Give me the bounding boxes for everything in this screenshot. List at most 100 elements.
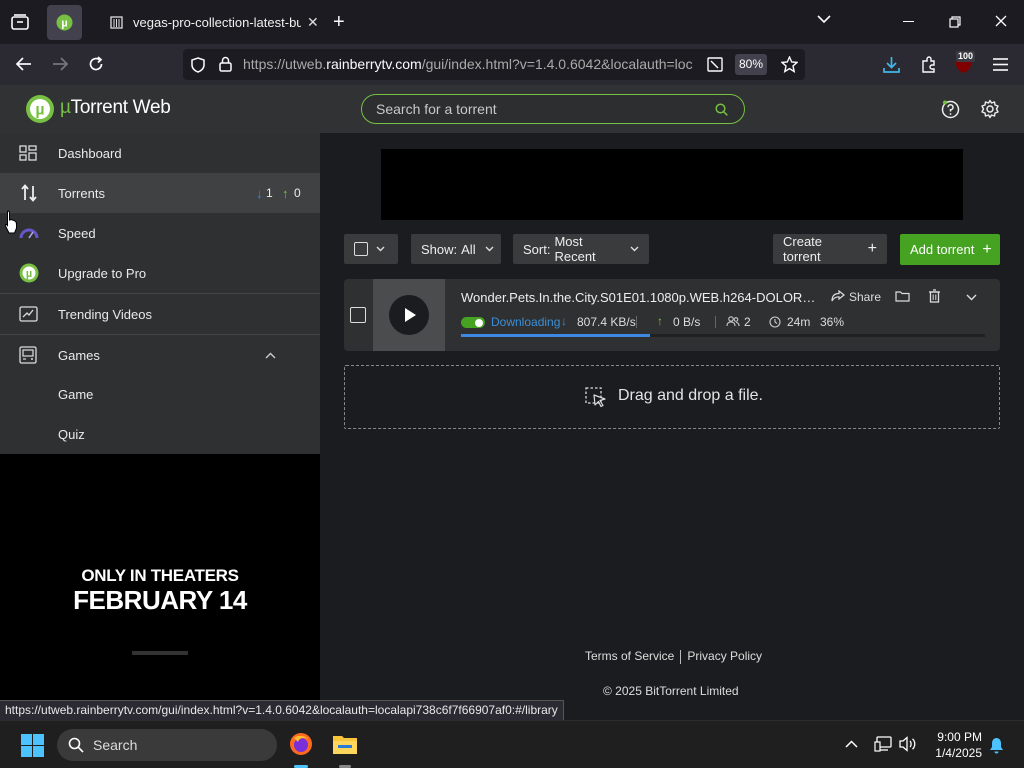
taskbar-search-label: Search	[93, 737, 138, 753]
torrent-thumbnail[interactable]	[373, 279, 445, 351]
bookmark-star-icon[interactable]	[781, 56, 798, 73]
select-all-dropdown[interactable]	[344, 234, 398, 264]
terms-of-service-link[interactable]: Terms of Service	[585, 649, 674, 663]
sidebar-item-games[interactable]: Games	[0, 335, 320, 375]
show-hidden-icons-chevron-icon[interactable]	[845, 740, 858, 748]
add-torrent-button[interactable]: Add torrent +	[900, 234, 1000, 265]
restore-icon[interactable]	[949, 16, 961, 28]
privacy-policy-link[interactable]: Privacy Policy	[687, 649, 762, 663]
share-icon[interactable]	[831, 290, 845, 302]
chevron-down-icon	[376, 246, 385, 252]
sort-dropdown[interactable]: Sort: Most Recent	[513, 234, 649, 264]
back-icon[interactable]	[15, 57, 32, 71]
play-button[interactable]	[389, 295, 429, 335]
percent-complete: 36%	[820, 315, 845, 329]
show-filter-dropdown[interactable]: Show: All	[411, 234, 501, 264]
url-text[interactable]: https://utweb.rainberrytv.com/gui/index.…	[243, 56, 698, 72]
browser-nav-bar: https://utweb.rainberrytv.com/gui/index.…	[0, 44, 1024, 85]
progress-bar-fill	[461, 334, 650, 337]
trending-video-icon	[19, 306, 38, 322]
tab-title: vegas-pro-collection-latest-buil	[133, 15, 301, 30]
tracking-shield-icon[interactable]	[191, 57, 205, 73]
create-torrent-button[interactable]: Create torrent +	[773, 234, 887, 264]
sidebar-item-upgrade[interactable]: µ Upgrade to Pro	[0, 253, 320, 293]
create-torrent-label: Create torrent	[783, 234, 823, 264]
peers-icon	[726, 316, 740, 327]
utorrent-web-app: µ µTorrent Web Dashboard Torrents	[0, 85, 1024, 720]
list-tabs-chevron-icon[interactable]	[817, 15, 831, 24]
network-icon[interactable]	[874, 736, 892, 752]
sidebar-item-speed[interactable]: Speed	[0, 213, 320, 253]
torrent-status: Downloading	[491, 315, 561, 329]
clock-date: 1/4/2025	[935, 746, 982, 760]
torrent-search-box[interactable]	[361, 94, 745, 124]
chevron-down-icon	[485, 246, 494, 252]
torrent-search-input[interactable]	[376, 100, 696, 118]
dashboard-icon	[19, 145, 37, 161]
taskbar-search-box[interactable]: Search	[57, 729, 277, 761]
windows-start-icon[interactable]	[21, 734, 44, 757]
help-icon[interactable]	[941, 100, 960, 119]
copyright-text: © 2025 BitTorrent Limited	[603, 684, 739, 698]
extensions-icon[interactable]	[920, 56, 937, 73]
torrent-name[interactable]: Wonder.Pets.In.the.City.S01E01.1080p.WEB…	[461, 290, 821, 305]
tab-vegas-pro[interactable]: vegas-pro-collection-latest-buil ✕	[102, 6, 320, 39]
chevron-up-icon[interactable]	[265, 352, 276, 359]
zoom-level-button[interactable]: 80%	[735, 54, 767, 75]
drag-drop-zone[interactable]: Drag and drop a file.	[344, 365, 1000, 429]
app-logo-text[interactable]: µTorrent Web	[60, 97, 171, 119]
sidebar-item-game[interactable]: Game	[0, 374, 320, 414]
page-favicon-icon	[110, 16, 123, 29]
logo-name: Torrent Web	[70, 97, 171, 118]
sidebar-item-quiz[interactable]: Quiz	[0, 414, 320, 454]
new-tab-icon[interactable]: +	[333, 12, 345, 32]
settings-gear-icon[interactable]	[980, 99, 1000, 119]
close-window-icon[interactable]	[995, 15, 1007, 27]
downloading-toggle[interactable]	[461, 317, 485, 328]
share-button[interactable]: Share	[849, 290, 881, 304]
sidebar-item-label: Quiz	[58, 426, 85, 442]
reload-icon[interactable]	[88, 56, 104, 72]
link-status-url: https://utweb.rainberrytv.com/gui/index.…	[0, 700, 564, 721]
lock-icon[interactable]	[219, 56, 232, 72]
firefox-view-icon[interactable]	[11, 14, 29, 30]
sidebar-item-label: Speed	[58, 225, 96, 241]
close-tab-icon[interactable]: ✕	[307, 14, 319, 31]
banner-advertisement[interactable]	[381, 149, 963, 220]
mouse-cursor-icon	[4, 210, 18, 234]
torrent-row[interactable]: Wonder.Pets.In.the.City.S01E01.1080p.WEB…	[344, 279, 1000, 351]
expand-chevron-icon[interactable]	[966, 294, 977, 301]
ad-fine-print	[132, 651, 188, 655]
download-arrow-icon: ↓	[256, 186, 263, 201]
menu-hamburger-icon[interactable]	[993, 58, 1008, 71]
firefox-taskbar-icon[interactable]	[289, 732, 313, 756]
tab-utorrent[interactable]: µ	[47, 5, 82, 40]
stat-divider	[636, 316, 637, 328]
url-prefix: https://utweb.	[243, 56, 327, 72]
svg-text:µ: µ	[26, 268, 32, 280]
sidebar-advertisement[interactable]: ONLY IN THEATERS FEBRUARY 14	[0, 454, 320, 720]
sidebar-item-torrents[interactable]: Torrents ↓ 1 ↑ 0	[0, 173, 320, 213]
search-icon[interactable]	[715, 103, 728, 116]
taskbar-clock[interactable]: 9:00 PM 1/4/2025	[930, 729, 982, 761]
torrent-checkbox[interactable]	[350, 307, 366, 323]
forward-icon[interactable]	[52, 57, 69, 71]
minimize-icon[interactable]	[903, 21, 914, 22]
transfer-arrows-icon	[21, 184, 37, 202]
downloads-icon[interactable]	[883, 56, 900, 73]
picture-in-picture-icon[interactable]	[707, 57, 723, 72]
utorrent-logo-icon[interactable]: µ	[25, 94, 55, 124]
url-suffix: /gui/index.html?v=1.4.0.6042&localauth=l…	[421, 56, 693, 72]
sidebar-item-dashboard[interactable]: Dashboard	[0, 133, 320, 173]
drop-zone-text: Drag and drop a file.	[618, 387, 763, 404]
windows-taskbar: Search 9:00 PM 1/4/2025	[0, 720, 1024, 768]
file-explorer-icon[interactable]	[332, 733, 358, 755]
browser-tab-strip: µ vegas-pro-collection-latest-buil ✕ +	[0, 0, 1024, 44]
url-bar[interactable]: https://utweb.rainberrytv.com/gui/index.…	[183, 49, 805, 80]
select-all-checkbox[interactable]	[354, 242, 368, 256]
notification-bell-icon[interactable]	[989, 737, 1004, 754]
sidebar-item-trending-videos[interactable]: Trending Videos	[0, 294, 320, 334]
trash-icon[interactable]	[928, 289, 941, 303]
volume-icon[interactable]	[899, 736, 917, 752]
folder-icon[interactable]	[895, 290, 910, 302]
